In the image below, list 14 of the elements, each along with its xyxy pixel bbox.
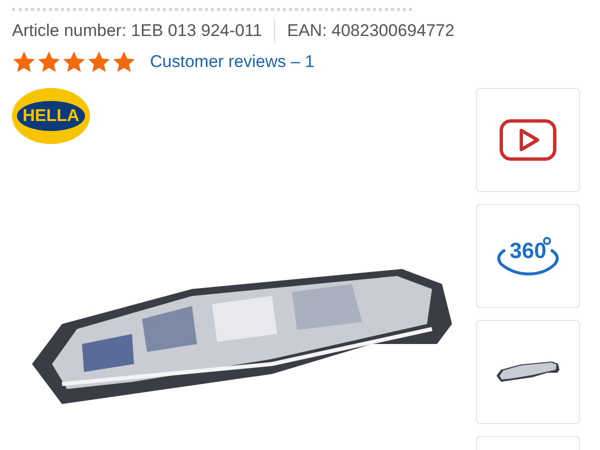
star-icon	[87, 50, 111, 74]
ean-number: EAN: 4082300694772	[287, 21, 454, 41]
thumbnail-tile[interactable]: 360	[476, 204, 580, 308]
star-icon	[12, 50, 36, 74]
star-icon	[62, 50, 86, 74]
brand-logo: HELLA	[12, 88, 90, 144]
article-number: Article number: 1EB 013 924-011	[12, 21, 262, 41]
star-icon	[37, 50, 61, 74]
thumbnail-tile[interactable]	[476, 320, 580, 424]
customer-reviews-link[interactable]: Customer reviews – 1	[150, 52, 314, 72]
play-video-icon	[499, 119, 557, 161]
star-icon	[112, 50, 136, 74]
headlight-thumbnail-drawing	[495, 360, 561, 384]
thumbnail-tile[interactable]	[476, 88, 580, 192]
